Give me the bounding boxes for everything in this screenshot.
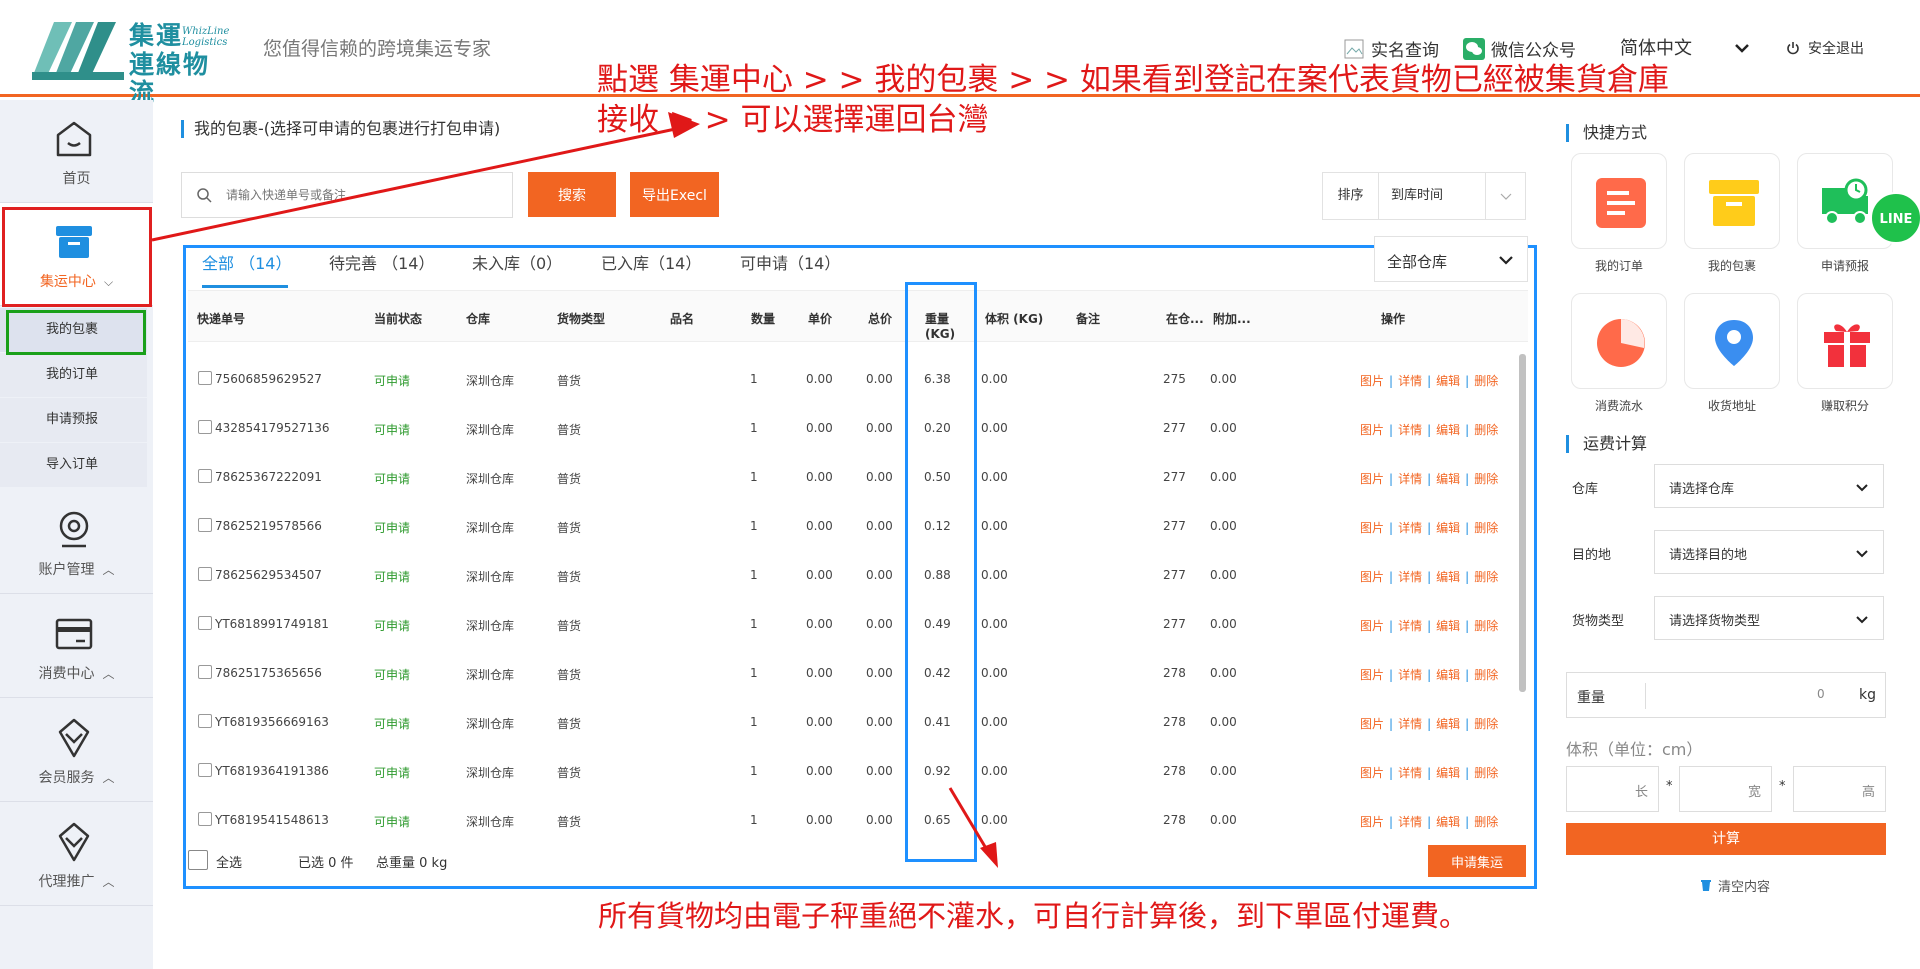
destination-select-value: 请选择目的地 [1669, 548, 1748, 563]
truck-clock-icon [1822, 178, 1868, 225]
annotation-top-2: 接收 > > 可以選擇運回台灣 [597, 102, 989, 138]
quick-access-title: 快捷方式 [1566, 124, 1647, 142]
height-input[interactable]: 高 [1793, 766, 1886, 812]
page: 集運 WhizLine Logistics 連線物流 您值得信赖的跨境集运专家 … [0, 0, 1920, 969]
quick-my-orders[interactable] [1571, 153, 1667, 249]
chevron-down-icon [1856, 550, 1868, 558]
quick-my-packages[interactable] [1684, 153, 1780, 249]
cargo-type-select[interactable]: 请选择货物类型 [1654, 596, 1884, 640]
weight-label: 重量 [1577, 690, 1605, 706]
warehouse-select-value: 请选择仓库 [1669, 482, 1735, 497]
pie-chart-icon [1597, 319, 1645, 367]
freight-calc-title: 运费计算 [1566, 435, 1647, 453]
arrow-line [948, 787, 992, 856]
quick-label: 我的包裹 [1707, 259, 1756, 273]
location-pin-icon [1715, 320, 1753, 366]
annotation-bottom: 所有貨物均由電子秤重絕不灌水，可自行計算後，到下單區付運費。 [598, 899, 1469, 933]
package-icon [1709, 180, 1759, 226]
quick-earn-points[interactable] [1797, 293, 1893, 389]
calculate-button[interactable]: 计算 [1566, 823, 1886, 855]
clear-label: 清空内容 [1718, 880, 1771, 895]
weight-unit: kg [1859, 687, 1876, 703]
gift-icon [1824, 324, 1870, 367]
quick-address[interactable] [1684, 293, 1780, 389]
weight-divider [1645, 683, 1646, 709]
length-input[interactable]: 长 [1566, 766, 1659, 812]
clear-button[interactable]: 清空内容 [1700, 876, 1770, 895]
destination-label: 目的地 [1572, 548, 1612, 563]
weight-value: 0 [1817, 687, 1825, 701]
required-star: * [1779, 779, 1786, 794]
trash-icon [1701, 880, 1711, 891]
weight-input[interactable]: 重量 0 kg [1566, 672, 1886, 718]
quick-label: 消费流水 [1594, 399, 1643, 413]
annotation-top-1: 點選 集運中心 > > 我的包裹 > > 如果看到登記在案代表貨物已經被集貨倉庫 [597, 62, 1669, 98]
chevron-down-icon [1856, 616, 1868, 624]
chevron-down-icon [1856, 484, 1868, 492]
quick-label: 我的订单 [1594, 259, 1643, 273]
quick-label: 赚取积分 [1820, 399, 1869, 413]
warehouse-select[interactable]: 请选择仓库 [1654, 464, 1884, 508]
cargo-type-label: 货物类型 [1572, 614, 1625, 629]
quick-label: 申请预报 [1820, 259, 1869, 273]
cargo-type-select-value: 请选择货物类型 [1669, 614, 1761, 629]
order-list-icon [1596, 178, 1646, 228]
arrow-line [151, 126, 681, 242]
quick-consumption[interactable] [1571, 293, 1667, 389]
width-input[interactable]: 宽 [1679, 766, 1772, 812]
warehouse-label: 仓库 [1572, 482, 1599, 497]
volume-label: 体积（单位：cm） [1566, 740, 1703, 759]
destination-select[interactable]: 请选择目的地 [1654, 530, 1884, 574]
quick-label: 收货地址 [1707, 399, 1756, 413]
line-badge[interactable]: LINE [1870, 192, 1920, 244]
required-star: * [1666, 779, 1673, 794]
arrow-head [980, 842, 998, 868]
